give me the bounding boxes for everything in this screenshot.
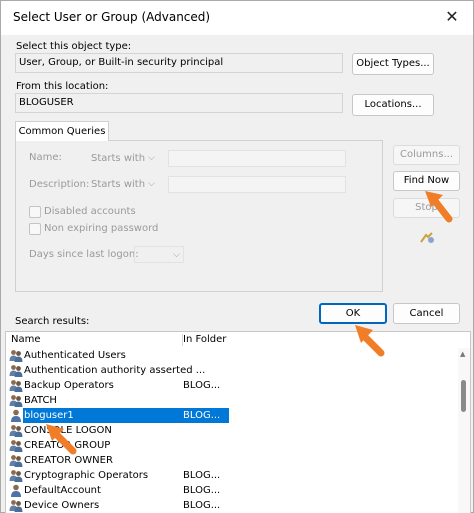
column-header-name[interactable]: Name — [11, 332, 41, 348]
description-input[interactable] — [168, 176, 346, 193]
location-field: BLOGUSER — [15, 93, 343, 113]
annotation-arrow-ok — [355, 325, 385, 357]
tab-common-queries[interactable]: Common Queries — [15, 121, 109, 141]
group-icon — [9, 394, 23, 407]
group-icon — [9, 469, 23, 482]
common-queries-panel: Name: Starts with ⌵ Description: Starts … — [15, 140, 383, 292]
location-label: From this location: — [16, 81, 109, 92]
disabled-accounts-checkbox[interactable] — [29, 206, 41, 218]
description-mode-value: Starts with — [91, 179, 146, 190]
title-bar: Select User or Group (Advanced) ✕ — [1, 1, 473, 35]
non-expiring-password-checkbox[interactable] — [29, 223, 41, 235]
group-icon — [9, 454, 23, 467]
row-name: Cryptographic Operators — [24, 470, 149, 481]
table-row[interactable]: Cryptographic Operators BLOG... — [6, 468, 454, 483]
chevron-down-icon: ⌵ — [173, 250, 180, 260]
search-animation-icon — [420, 232, 434, 243]
table-row[interactable]: Authentication authority asserted ... — [6, 363, 454, 378]
name-mode-select[interactable]: Starts with ⌵ — [88, 150, 158, 167]
window-title: Select User or Group (Advanced) — [13, 10, 211, 24]
row-folder: BLOG... — [183, 485, 221, 496]
scroll-thumb[interactable] — [461, 380, 466, 412]
table-row[interactable]: Device Owners BLOG... — [6, 498, 454, 513]
row-name: Authentication authority asserted ... — [24, 365, 206, 376]
name-label: Name: — [29, 152, 62, 163]
select-user-dialog: Select User or Group (Advanced) ✕ Select… — [0, 0, 474, 513]
row-name: Authenticated Users — [24, 350, 126, 361]
columns-button[interactable]: Columns... — [393, 145, 460, 165]
object-types-button[interactable]: Object Types... — [352, 53, 434, 75]
user-icon — [9, 409, 23, 422]
row-name: DefaultAccount — [24, 485, 101, 496]
description-label: Description: — [29, 179, 90, 190]
group-icon — [9, 439, 23, 452]
group-icon — [9, 379, 23, 392]
close-icon[interactable]: ✕ — [437, 4, 467, 30]
non-expiring-password-label: Non expiring password — [44, 223, 159, 234]
row-name: BATCH — [24, 395, 57, 406]
row-folder: BLOG... — [183, 470, 221, 481]
column-header-folder[interactable]: In Folder — [183, 332, 226, 348]
scroll-up-icon[interactable]: ▲ — [460, 350, 465, 358]
table-row[interactable]: DefaultAccount BLOG... — [6, 483, 454, 498]
object-type-label: Select this object type: — [16, 41, 132, 52]
annotation-arrow-find-now — [425, 191, 453, 223]
results-scrollbar[interactable]: ▲ — [458, 348, 470, 513]
chevron-down-icon: ⌵ — [148, 153, 155, 163]
search-results-label: Search results: — [15, 316, 90, 327]
table-row[interactable]: BATCH — [6, 393, 454, 408]
group-icon — [9, 364, 23, 377]
row-name: Backup Operators — [24, 380, 114, 391]
days-since-logon-select[interactable]: ⌵ — [134, 246, 184, 263]
disabled-accounts-label: Disabled accounts — [44, 206, 136, 217]
annotation-arrow-bloguser1 — [46, 424, 77, 455]
group-icon — [9, 349, 23, 362]
cancel-button[interactable]: Cancel — [393, 303, 460, 324]
table-row[interactable]: Backup Operators BLOG... — [6, 378, 454, 393]
row-folder: BLOG... — [183, 410, 221, 421]
row-folder: BLOG... — [183, 500, 221, 511]
name-mode-value: Starts with — [91, 153, 146, 164]
group-icon — [9, 499, 23, 512]
object-type-field: User, Group, or Built-in security princi… — [15, 53, 343, 73]
days-since-logon-label: Days since last logon: — [29, 249, 139, 260]
user-icon — [9, 484, 23, 497]
row-folder: BLOG... — [183, 380, 221, 391]
row-name: Device Owners — [24, 500, 100, 511]
chevron-down-icon: ⌵ — [148, 179, 155, 189]
name-input[interactable] — [168, 150, 346, 167]
description-mode-select[interactable]: Starts with ⌵ — [88, 176, 158, 193]
locations-button[interactable]: Locations... — [352, 94, 434, 116]
group-icon — [9, 424, 23, 437]
